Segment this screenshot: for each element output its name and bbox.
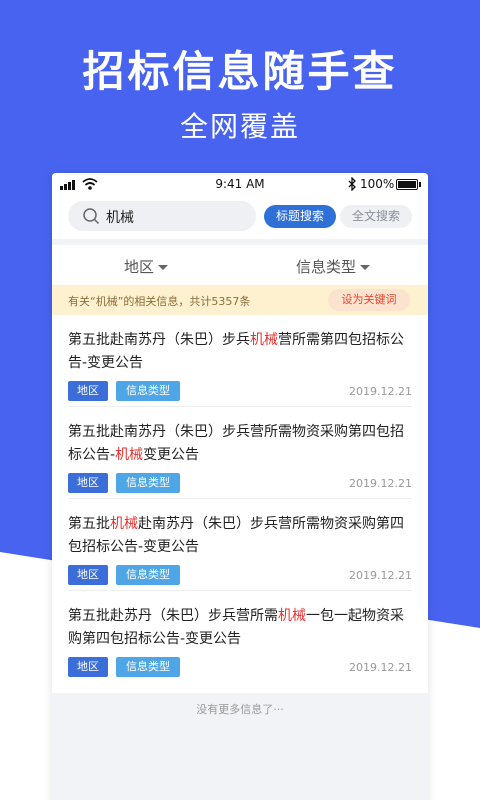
keyword-highlight: 机械 [250, 332, 278, 348]
item-title: 第五批赴苏丹（朱巴）步兵营所需机械一包一起物资采购第四包招标公告-变更公告 [68, 608, 404, 647]
region-tag: 地区 [68, 657, 108, 677]
phone-screen: 9:41 AM 100% 机械 标题搜索 全文搜索 地区 信息类型 有关“机械”… [52, 173, 428, 800]
result-notice: 有关“机械”的相关信息，共计5357条 设为关键词 [52, 285, 428, 315]
list-item[interactable]: 第五批机械赴南苏丹（朱巴）步兵营所需物资采购第四包招标公告-变更公告 地区 信息… [68, 499, 412, 591]
set-keyword-button[interactable]: 设为关键词 [328, 289, 410, 311]
result-list: 第五批赴南苏丹（朱巴）步兵机械营所需第四包招标公告-变更公告 地区 信息类型 2… [52, 315, 428, 693]
type-tag: 信息类型 [116, 473, 180, 493]
hero-title: 招标信息随手查 [82, 47, 398, 96]
type-filter-label: 信息类型 [296, 258, 357, 276]
hero-subtitle: 全网覆盖 [179, 110, 300, 143]
item-title: 第五批机械赴南苏丹（朱巴）步兵营所需物资采购第四包招标公告-变更公告 [68, 516, 404, 555]
list-item[interactable]: 第五批赴南苏丹（朱巴）步兵营所需物资采购第四包招标公告-机械变更公告 地区 信息… [68, 407, 412, 499]
region-tag: 地区 [68, 381, 108, 401]
item-date: 2019.12.21 [349, 569, 412, 582]
item-title: 第五批赴南苏丹（朱巴）步兵机械营所需第四包招标公告-变更公告 [68, 332, 404, 371]
type-filter[interactable]: 信息类型 [296, 256, 371, 277]
bluetooth-icon [348, 177, 356, 191]
region-filter-label: 地区 [124, 258, 155, 276]
region-filter[interactable]: 地区 [124, 256, 169, 277]
item-date: 2019.12.21 [349, 385, 412, 398]
item-date: 2019.12.21 [349, 661, 412, 674]
type-tag: 信息类型 [116, 565, 180, 585]
search-query: 机械 [106, 210, 134, 226]
result-count-text: 有关“机械”的相关信息，共计5357条 [68, 295, 251, 308]
region-tag: 地区 [68, 473, 108, 493]
keyword-highlight: 机械 [115, 447, 144, 463]
search-bar: 机械 标题搜索 全文搜索 [52, 197, 428, 239]
caret-down-icon [158, 265, 169, 270]
type-tag: 信息类型 [116, 657, 180, 677]
title-search-button[interactable]: 标题搜索 [264, 205, 336, 228]
battery-icon [396, 179, 418, 190]
list-end-message: 没有更多信息了··· [196, 703, 284, 716]
caret-down-icon [360, 265, 371, 270]
keyword-highlight: 机械 [278, 608, 306, 624]
search-icon [83, 208, 100, 225]
type-tag: 信息类型 [116, 381, 180, 401]
filter-bar: 地区 信息类型 [52, 245, 428, 285]
item-date: 2019.12.21 [349, 477, 412, 490]
keyword-highlight: 机械 [110, 516, 138, 532]
search-input[interactable]: 机械 [68, 201, 256, 231]
fulltext-search-button[interactable]: 全文搜索 [340, 205, 412, 228]
battery-percentage: 100% [360, 177, 395, 191]
battery-cap [419, 182, 421, 187]
status-bar: 9:41 AM 100% [52, 173, 428, 197]
region-tag: 地区 [68, 565, 108, 585]
item-title: 第五批赴南苏丹（朱巴）步兵营所需物资采购第四包招标公告-机械变更公告 [68, 424, 404, 463]
list-item[interactable]: 第五批赴苏丹（朱巴）步兵营所需机械一包一起物资采购第四包招标公告-变更公告 地区… [68, 591, 412, 683]
list-item[interactable]: 第五批赴南苏丹（朱巴）步兵机械营所需第四包招标公告-变更公告 地区 信息类型 2… [68, 315, 412, 407]
